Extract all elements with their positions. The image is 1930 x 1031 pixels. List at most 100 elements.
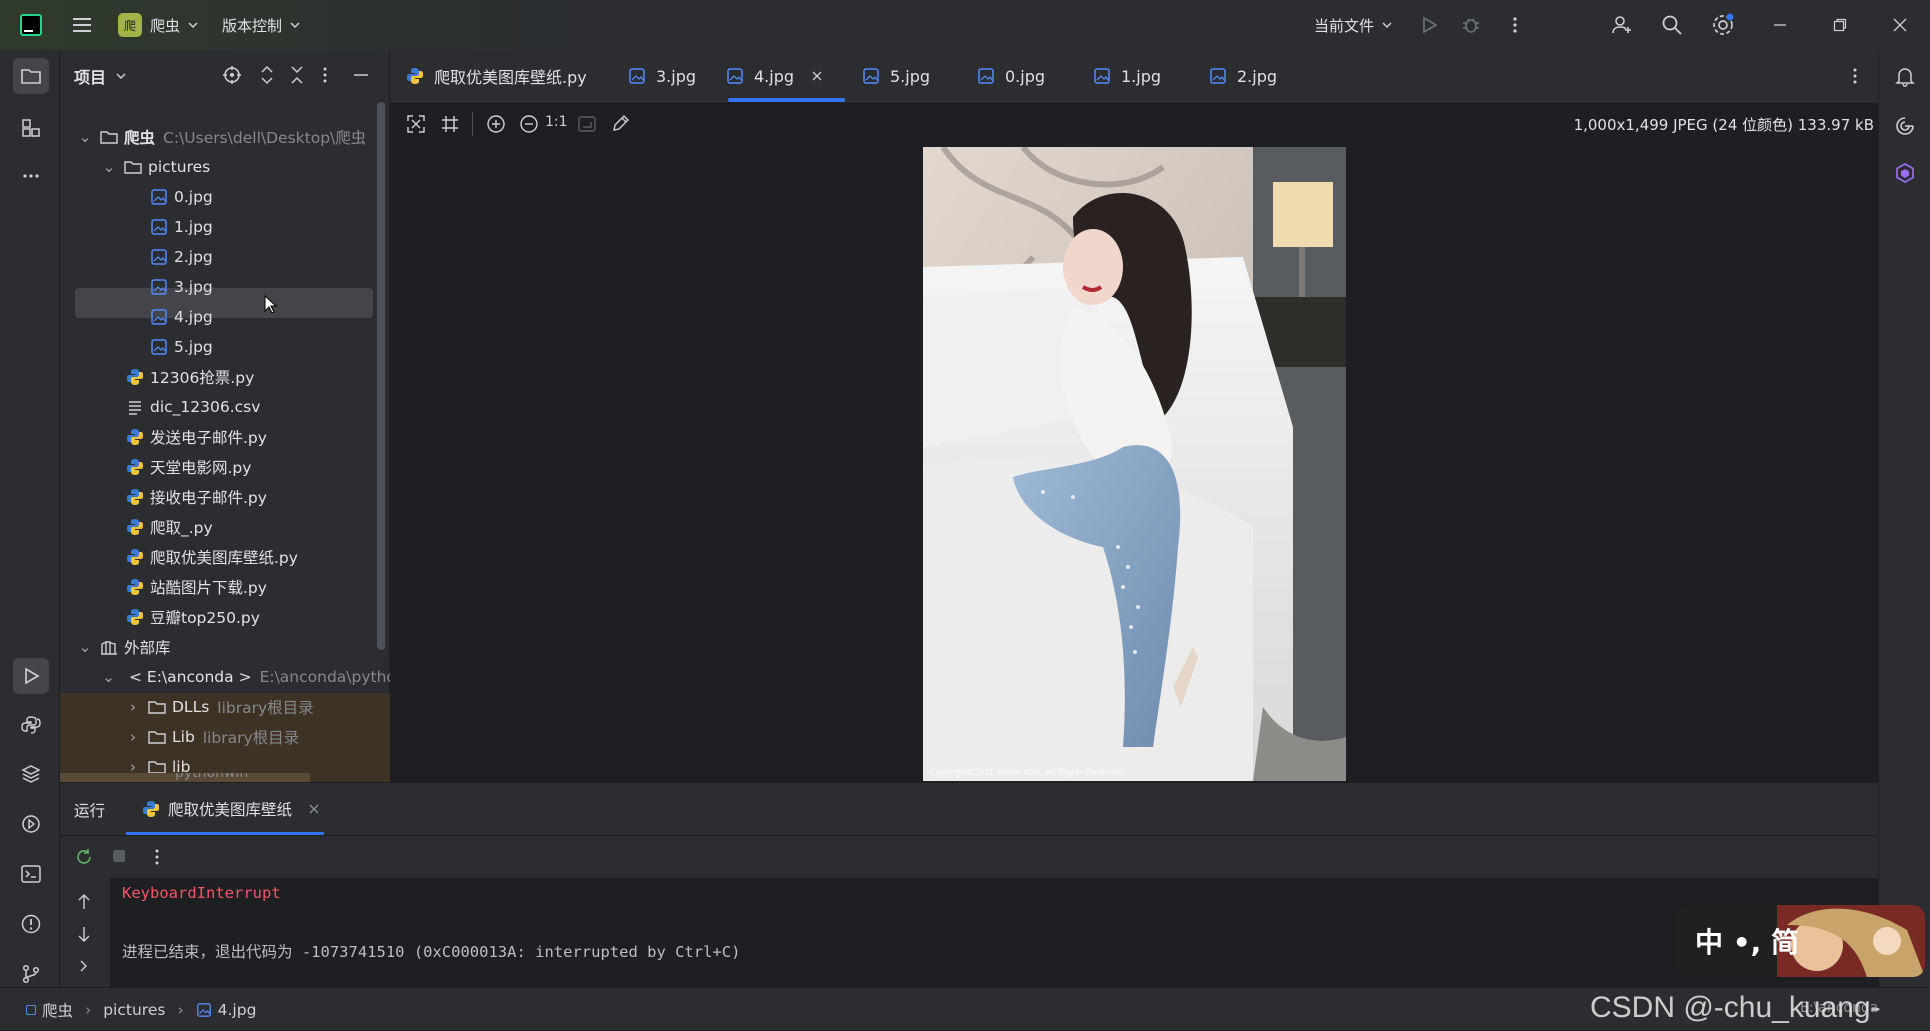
tree-file-image[interactable]: 5.jpg [150,333,213,361]
run-tab-label: 爬取优美图库壁纸 [168,801,293,819]
tree-root[interactable]: ⌄ 爬虫 C:\Users\dell\Desktop\爬虫 [78,123,367,151]
tab-image[interactable]: 1.jpg [1093,50,1161,102]
tree-file-image[interactable]: 2.jpg [150,243,213,271]
horizontal-scrollbar[interactable]: pythonwin [60,773,310,782]
expand-all-button[interactable] [258,65,276,89]
stop-icon[interactable] [110,847,128,865]
close-window-button[interactable] [1892,0,1908,50]
zoom-out-icon[interactable] [519,114,539,134]
python-console-button[interactable] [13,707,49,743]
run-tab[interactable]: 爬取优美图库壁纸 [142,783,320,835]
settings-button[interactable] [1710,0,1736,50]
tree-file-image[interactable]: 0.jpg [150,183,213,211]
file-label: 天堂电影网.py [150,459,252,477]
run-config-selector[interactable]: 当前文件 [1314,0,1394,50]
terminal-button[interactable] [13,856,49,892]
project-view-selector[interactable]: 项目 [74,50,128,102]
file-label: 4.jpg [174,308,213,326]
run-panel: 运行 爬取优美图库壁纸 KeyboardInterrupt 进程已结束，退出代码… [60,782,1878,988]
arrow-down-icon[interactable] [76,925,92,943]
run-button[interactable] [1418,0,1440,50]
arrow-up-icon[interactable] [76,893,92,911]
tree-sdk[interactable]: ⌄ < E:\anconda > E:\anconda\python.exe [102,663,390,691]
debug-button[interactable] [1460,0,1482,50]
structure-tool-button[interactable] [13,110,49,146]
module-icon [26,1004,36,1015]
tree-file-python[interactable]: 发送电子邮件.py [126,423,267,451]
tree-lib-dlls[interactable]: › DLLs library根目录 [126,693,314,721]
color-picker-icon[interactable] [610,114,630,134]
rerun-icon[interactable] [74,847,94,867]
vcs-menu[interactable]: 版本控制 [222,0,302,50]
restore-button[interactable] [1832,0,1848,50]
python-file-icon [127,459,143,475]
breadcrumb-item[interactable]: pictures [103,1001,165,1019]
search-everywhere-button[interactable] [1660,0,1684,50]
breadcrumb-item[interactable]: 爬虫 [42,999,73,1021]
breadcrumb-item[interactable]: 4.jpg [218,1001,257,1019]
bug-icon [1463,18,1479,33]
sdk-name: < E:\anconda > [129,668,252,686]
chevron-down-icon [290,22,300,29]
chevron-down-icon: ⌄ [78,638,92,656]
file-label: 2.jpg [174,248,213,266]
minimize-icon [1774,24,1786,26]
fit-to-window-icon[interactable] [406,114,426,134]
zoom-in-icon[interactable] [486,114,506,134]
locate-file-button[interactable] [222,65,242,89]
tree-file-python[interactable]: 爬取_.py [126,513,213,541]
python-packages-button[interactable] [13,756,49,792]
tree-file-image[interactable]: 3.jpg [150,273,213,301]
tree-file-image[interactable]: 1.jpg [150,213,213,241]
layers-icon [21,765,41,783]
vertical-scrollbar[interactable] [377,102,385,650]
tab-image-active[interactable]: 4.jpg [726,50,824,102]
hide-panel-button[interactable] [352,65,370,89]
actual-size-button[interactable]: 1:1 [545,114,568,130]
tree-file-python[interactable]: 天堂电影网.py [126,453,251,481]
bell-icon[interactable] [1894,65,1916,87]
tree-file-python[interactable]: 站酷图片下载.py [126,573,267,601]
tree-file-python[interactable]: 豆瓣top250.py [126,603,260,631]
project-tool-button[interactable] [13,58,49,94]
tree-lib-lib[interactable]: › Lib library根目录 [126,723,299,751]
grid-icon[interactable] [440,114,460,134]
collapse-all-button[interactable] [288,65,306,89]
code-with-me-button[interactable] [1610,0,1634,50]
run-tool-button[interactable] [13,658,49,694]
services-button[interactable] [13,806,49,842]
file-label: 3.jpg [174,278,213,296]
panel-options-button[interactable] [318,65,332,89]
more-tools-button[interactable] [13,158,49,194]
app-logo [20,0,42,50]
close-icon[interactable] [810,69,824,83]
tree-folder-pictures[interactable]: ⌄ pictures [102,153,211,181]
tree-external-libraries[interactable]: ⌄ 外部库 [78,633,171,661]
tree-file-python[interactable]: 12306抢票.py [126,363,254,391]
problems-button[interactable] [13,906,49,942]
tree-file-image-selected[interactable]: 4.jpg [150,303,213,331]
image-file-icon [151,189,167,205]
tab-options-button[interactable] [1848,66,1862,90]
fit-zoom-icon[interactable] [577,114,597,134]
chevron-right-icon[interactable] [78,959,90,973]
tab-image[interactable]: 2.jpg [1209,50,1277,102]
console-line: 进程已结束，退出代码为 -1073741510 (0xC000013A: int… [122,943,741,961]
plugin-hexagon-icon[interactable] [1894,162,1916,184]
more-actions-button[interactable] [1505,0,1525,50]
tab-py-file[interactable]: 爬取优美图库壁纸.py [406,50,587,102]
more-vertical-icon[interactable] [150,847,164,867]
tree-file-csv[interactable]: dic_12306.csv [126,393,260,421]
ime-widget[interactable]: 中 •, 简 [1677,905,1925,977]
close-icon[interactable] [308,803,320,815]
ai-assistant-icon[interactable] [1894,115,1916,137]
tab-image[interactable]: 5.jpg [862,50,930,102]
project-switcher[interactable]: 爬 爬虫 [118,0,200,50]
minimize-button[interactable] [1772,0,1788,50]
tree-file-python[interactable]: 爬取优美图库壁纸.py [126,543,298,571]
chevron-down-icon: ⌄ [102,668,115,686]
tab-image[interactable]: 3.jpg [628,50,696,102]
main-menu-button[interactable] [70,0,94,50]
tree-file-python[interactable]: 接收电子邮件.py [126,483,267,511]
tab-image[interactable]: 0.jpg [977,50,1045,102]
